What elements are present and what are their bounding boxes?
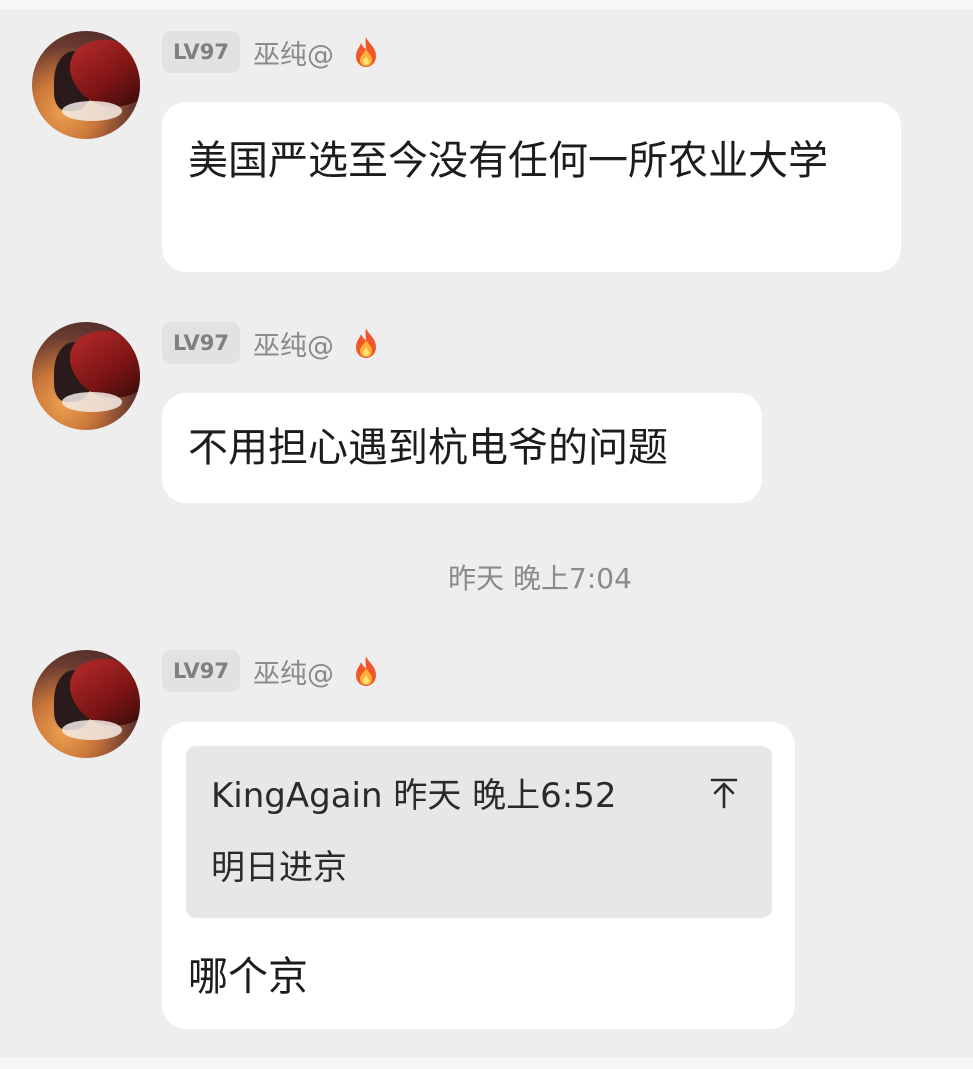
level-badge: LV97 — [162, 322, 240, 364]
message-bubble[interactable]: KingAgain 昨天 晚上6:52 明日进京 哪个京 — [162, 722, 795, 1029]
level-badge: LV97 — [162, 31, 240, 73]
time-divider: 昨天 晚上7:04 — [448, 562, 632, 595]
user-avatar[interactable] — [32, 31, 140, 139]
message-text: 不用担心遇到杭电爷的问题 — [188, 425, 668, 471]
quote-header: KingAgain 昨天 晚上6:52 — [211, 772, 617, 820]
username[interactable]: 巫纯@ — [253, 33, 334, 72]
message-text: 哪个京 — [188, 954, 308, 1000]
username[interactable]: 巫纯@ — [253, 324, 334, 363]
message-meta: LV97 巫纯@ — [162, 650, 382, 692]
message-bubble[interactable]: 不用担心遇到杭电爷的问题 — [162, 393, 762, 503]
quote-author: KingAgain — [211, 776, 383, 816]
message-meta: LV97 巫纯@ — [162, 322, 382, 364]
quote-text: 明日进京 — [211, 848, 347, 888]
message-bubble[interactable]: 美国严选至今没有任何一所农业大学 — [162, 102, 901, 272]
user-avatar[interactable] — [32, 322, 140, 430]
user-avatar[interactable] — [32, 650, 140, 758]
level-badge: LV97 — [162, 650, 240, 692]
quoted-message[interactable]: KingAgain 昨天 晚上6:52 明日进京 — [186, 746, 772, 918]
avatar-frill — [62, 101, 122, 121]
avatar-frill — [62, 392, 122, 412]
username[interactable]: 巫纯@ — [253, 652, 334, 691]
fire-icon — [355, 37, 376, 67]
avatar-frill — [62, 720, 122, 740]
fire-icon — [355, 656, 376, 686]
quote-time: 昨天 晚上6:52 — [393, 776, 617, 816]
fire-icon — [355, 328, 376, 358]
message-meta: LV97 巫纯@ — [162, 31, 382, 73]
chat-area: LV97 巫纯@ 美国严选至今没有任何一所农业大学 LV97 巫纯@ 不用担心遇… — [0, 9, 973, 1057]
message-text: 美国严选至今没有任何一所农业大学 — [188, 138, 828, 184]
jump-to-top-icon[interactable] — [708, 776, 740, 810]
